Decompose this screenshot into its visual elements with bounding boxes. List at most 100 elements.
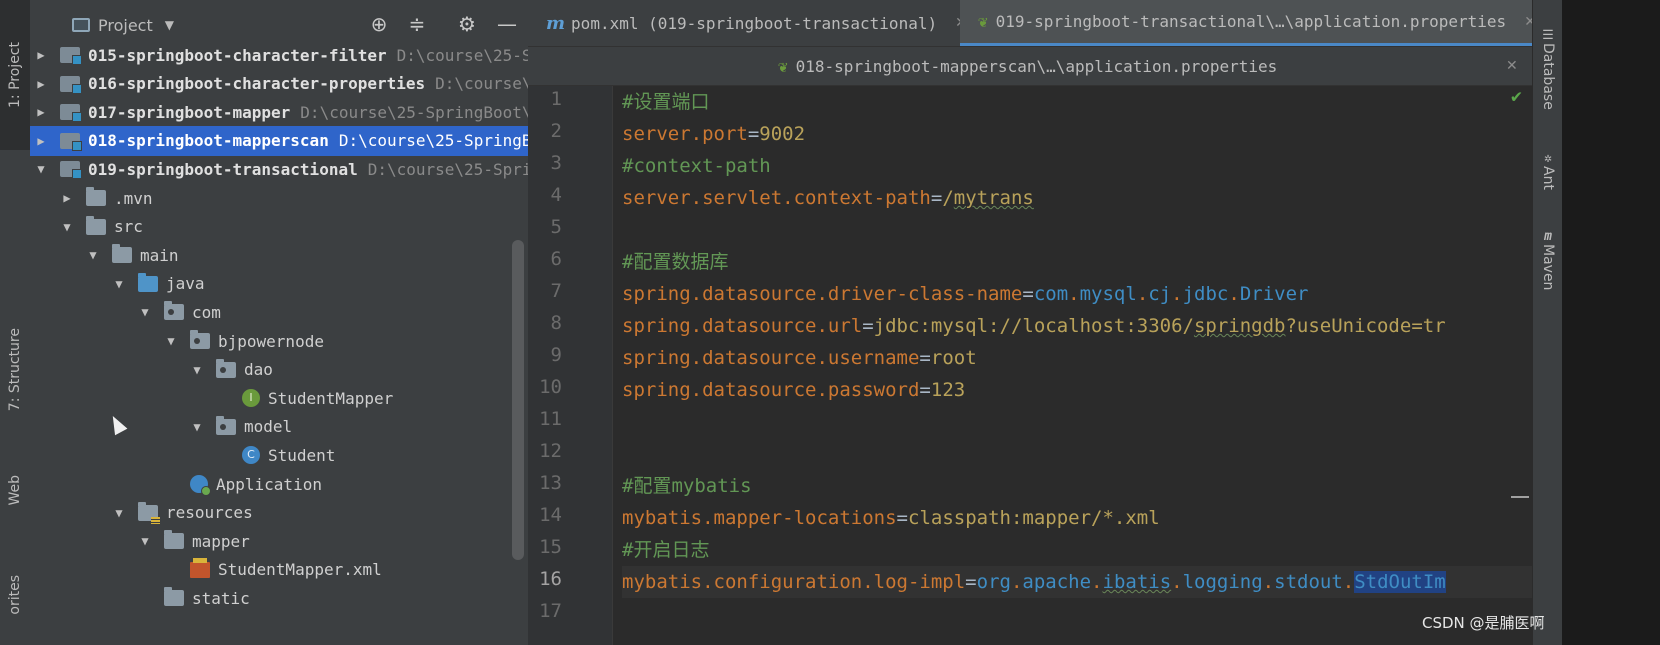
tab-favorites[interactable]: orites: [0, 545, 30, 645]
tab-application-properties-018[interactable]: ❦ 018-springboot-mapperscan\…\applicatio…: [778, 47, 1277, 85]
line-number: 4: [550, 184, 562, 206]
collapse-icon[interactable]: ≑: [404, 12, 430, 36]
code-area[interactable]: #设置端口 server.port=9002 #context-path server…: [622, 86, 1532, 645]
code-line[interactable]: mybatis.mapper-locations=classpath:mappe…: [622, 502, 1160, 534]
tab-pom-xml[interactable]: m pom.xml (019-springboot-transactional)…: [546, 0, 967, 46]
tab-database[interactable]: ☰ Database: [1533, 14, 1563, 124]
chevron-down-icon[interactable]: ▼: [84, 248, 102, 262]
spring-leaf-icon: ❦: [978, 12, 988, 31]
tree-item-label: mapper: [192, 531, 250, 551]
tree-item-path: D:\course\25-Spring: [367, 159, 551, 179]
chevron-right-icon[interactable]: ▶: [32, 77, 50, 91]
chevron-right-icon[interactable]: ▶: [58, 191, 76, 205]
line-number: 1: [550, 88, 562, 110]
code-line[interactable]: server.port=9002: [622, 118, 805, 150]
spring-leaf-icon: ❦: [778, 56, 788, 76]
tree-item-label: StudentMapper: [268, 388, 394, 408]
tree-item[interactable]: ▶ 016-springboot-character-properties D:\c…: [30, 69, 558, 99]
tab-maven[interactable]: m Maven: [1533, 220, 1563, 300]
line-number: 16: [539, 568, 562, 590]
tree-item[interactable]: ▼ bjpowernode: [30, 326, 558, 356]
class-icon: C: [242, 446, 260, 465]
tree-item[interactable]: ▼ model: [30, 412, 558, 442]
chevron-down-icon[interactable]: ▼: [136, 534, 154, 548]
code-line[interactable]: server.servlet.context-path=/mytrans: [622, 182, 1034, 214]
interface-icon: I: [242, 389, 260, 408]
tree-item[interactable]: ▶ .mvn: [30, 183, 558, 213]
tree-item[interactable]: ▼ com: [30, 297, 558, 327]
chevron-down-icon[interactable]: ▼: [188, 420, 206, 434]
tree-item[interactable]: ▼ resources: [30, 498, 558, 528]
tab-ant[interactable]: ✲ Ant: [1533, 140, 1563, 200]
chevron-down-icon[interactable]: ▼: [188, 363, 206, 377]
spring-app-icon: [190, 475, 211, 496]
project-panel-title: Project: [98, 15, 153, 35]
code-line[interactable]: spring.datasource.driver-class-name=com.…: [622, 278, 1308, 310]
tree-scrollbar[interactable]: [512, 240, 524, 560]
code-line[interactable]: #配置mybatis: [622, 470, 752, 502]
database-icon: ☰: [1542, 28, 1554, 44]
tree-item[interactable]: I StudentMapper: [30, 383, 558, 413]
tab-web[interactable]: Web: [0, 460, 30, 520]
tree-item-label: main: [140, 245, 179, 265]
chevron-down-icon[interactable]: ▼: [32, 162, 50, 176]
tree-item[interactable]: ▶ 015-springboot-character-filter D:\cours…: [30, 40, 558, 70]
chevron-down-icon[interactable]: ▼: [110, 506, 128, 520]
code-line[interactable]: mybatis.configuration.log-impl=org.apach…: [622, 566, 1532, 598]
watermark: CSDN @是脯医啊: [1422, 614, 1545, 632]
tree-item[interactable]: C Student: [30, 440, 558, 470]
tab-structure-label: 7: Structure: [7, 328, 23, 412]
code-line[interactable]: #设置端口: [622, 86, 709, 118]
line-number: 7: [550, 280, 562, 302]
tree-item[interactable]: ▼ java: [30, 269, 558, 299]
chevron-down-icon[interactable]: ▼: [110, 277, 128, 291]
tree-item-label: com: [192, 302, 221, 322]
tab-pom-xml-label: pom.xml (019-springboot-transactional): [571, 13, 938, 33]
tree-item[interactable]: ▼ mapper: [30, 526, 558, 556]
folder-icon: [164, 530, 184, 550]
minimize-icon[interactable]: —: [494, 12, 520, 36]
code-line[interactable]: spring.datasource.url=jdbc:mysql://local…: [622, 310, 1446, 342]
code-line[interactable]: spring.datasource.username=root: [622, 342, 977, 374]
tab-maven-label: Maven: [1540, 244, 1556, 291]
tab-ant-label: Ant: [1540, 165, 1556, 190]
tree-item[interactable]: ▼ dao: [30, 355, 558, 385]
tree-item-label: java: [166, 274, 205, 294]
tree-item[interactable]: ▼ 019-springboot-transactional D:\course\2…: [30, 154, 558, 184]
code-line[interactable]: spring.datasource.password=123: [622, 374, 965, 406]
tree-item-label: 019-springboot-transactional: [88, 159, 358, 179]
chevron-down-icon[interactable]: ▼: [136, 305, 154, 319]
chevron-down-icon[interactable]: ▼: [162, 334, 180, 348]
chevron-right-icon[interactable]: ▶: [32, 134, 50, 148]
tree-item[interactable]: ▶ 018-springboot-mapperscan D:\course\25-S…: [30, 125, 558, 156]
tree-item[interactable]: ▶ 017-springboot-mapper D:\course\25-Sprin…: [30, 97, 558, 127]
tree-item[interactable]: Application: [30, 469, 558, 499]
watermark-area: [1562, 0, 1660, 645]
project-view-icon: [72, 18, 90, 32]
editor-scroll-marker[interactable]: [1511, 496, 1529, 498]
close-icon[interactable]: ✕: [1506, 47, 1518, 85]
tab-structure[interactable]: 7: Structure: [0, 300, 30, 440]
locate-icon[interactable]: ⊕: [366, 12, 392, 36]
tab-database-label: Database: [1540, 43, 1556, 110]
tree-item-label: .mvn: [114, 188, 153, 208]
tab-favorites-label: orites: [7, 575, 23, 615]
inspection-ok-icon[interactable]: ✔: [1511, 86, 1522, 107]
tab-project[interactable]: 1: Project: [0, 0, 30, 150]
module-icon: [60, 47, 82, 65]
tree-item[interactable]: ▼ main: [30, 240, 558, 270]
project-view-selector[interactable]: Project ▼: [72, 16, 174, 35]
tab-web-label: Web: [7, 474, 23, 506]
editor-tab-bar: m pom.xml (019-springboot-transactional)…: [528, 0, 1552, 47]
code-line[interactable]: #开启日志: [622, 534, 709, 566]
chevron-down-icon[interactable]: ▼: [58, 220, 76, 234]
tab-application-properties-019[interactable]: ❦ 019-springboot-transactional\…\applica…: [960, 0, 1552, 46]
gear-icon[interactable]: ⚙: [454, 12, 480, 36]
tree-item[interactable]: ▼ src: [30, 212, 558, 242]
tree-item[interactable]: StudentMapper.xml: [30, 555, 558, 585]
chevron-right-icon[interactable]: ▶: [32, 105, 50, 119]
code-line[interactable]: #配置数据库: [622, 246, 728, 278]
code-line[interactable]: #context-path: [622, 150, 771, 182]
tree-item[interactable]: static: [30, 583, 558, 613]
chevron-right-icon[interactable]: ▶: [32, 48, 50, 62]
